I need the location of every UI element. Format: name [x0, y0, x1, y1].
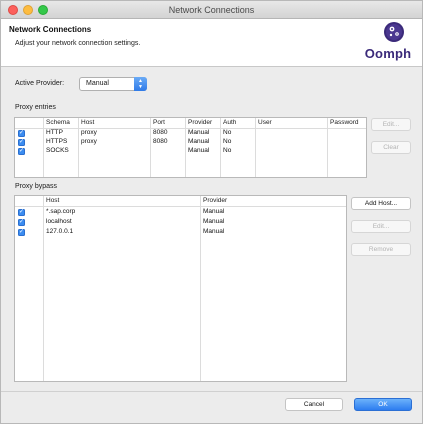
proxy-bypass-label: Proxy bypass	[15, 183, 58, 190]
table-cell: *.sap.corp	[46, 208, 76, 215]
dialog-header: Network Connections Adjust your network …	[1, 19, 422, 67]
column-header-provider[interactable]: Provider	[201, 196, 227, 206]
table-cell: Manual	[188, 147, 210, 154]
active-provider-value: Manual	[86, 80, 109, 87]
bypass-checkbox-localhost[interactable]: ✓	[18, 219, 25, 226]
bypass-checkbox-sap[interactable]: ✓	[18, 209, 25, 216]
table-cell: HTTPS	[46, 138, 68, 145]
active-provider-label: Active Provider:	[15, 80, 65, 87]
column-header-schema[interactable]: Schema	[44, 118, 70, 128]
proxy-entries-label: Proxy entries	[15, 104, 56, 111]
title-bar[interactable]: Network Connections	[1, 1, 422, 19]
select-arrows-icon: ▲ ▼	[134, 77, 147, 91]
table-cell: Manual	[188, 138, 210, 145]
column-header-port[interactable]: Port	[151, 118, 165, 128]
add-host-button[interactable]: Add Host...	[351, 197, 411, 210]
column-header-host[interactable]: Host	[79, 118, 94, 128]
column-header-auth[interactable]: Auth	[221, 118, 236, 128]
dialog-subtitle: Adjust your network connection settings.	[15, 40, 141, 47]
row-checkbox-https[interactable]: ✓	[18, 139, 25, 146]
table-cell: Manual	[203, 208, 225, 215]
table-cell: No	[223, 129, 232, 136]
column-header-password[interactable]: Password	[328, 118, 359, 128]
network-connections-window: Network Connections Network Connections …	[0, 0, 423, 424]
oomph-logo: Oomph	[357, 19, 419, 65]
bypass-remove-button[interactable]: Remove	[351, 243, 411, 256]
table-cell: Manual	[188, 129, 210, 136]
cancel-button[interactable]: Cancel	[285, 398, 343, 411]
proxy-clear-button[interactable]: Clear	[371, 141, 411, 154]
table-cell: HTTP	[46, 129, 63, 136]
column-header-host[interactable]: Host	[44, 196, 59, 206]
row-checkbox-socks[interactable]: ✓	[18, 148, 25, 155]
column-header-provider[interactable]: Provider	[186, 118, 212, 128]
proxy-entries-table[interactable]: Schema Host Port Provider Auth User Pass…	[14, 117, 367, 178]
dialog-title: Network Connections	[9, 25, 92, 34]
active-provider-select[interactable]: Manual ▲ ▼	[79, 77, 147, 91]
table-cell: Manual	[203, 228, 225, 235]
table-cell: localhost	[46, 218, 72, 225]
row-checkbox-http[interactable]: ✓	[18, 130, 25, 137]
proxy-bypass-table[interactable]: Host Provider ✓ *.sap.corp Manual ✓ loca…	[14, 195, 347, 382]
table-cell: No	[223, 147, 232, 154]
table-cell: proxy	[81, 138, 97, 145]
table-cell: 127.0.0.1	[46, 228, 74, 235]
table-cell: No	[223, 138, 232, 145]
table-cell: Manual	[203, 218, 225, 225]
bypass-edit-button[interactable]: Edit...	[351, 220, 411, 233]
logo-text: Oomph	[364, 46, 412, 61]
footer-divider	[1, 391, 422, 392]
column-header-user[interactable]: User	[256, 118, 272, 128]
table-cell: 8080	[153, 138, 168, 145]
table-cell: SOCKS	[46, 147, 69, 154]
table-cell: proxy	[81, 129, 97, 136]
bypass-checkbox-loopback[interactable]: ✓	[18, 229, 25, 236]
window-title: Network Connections	[168, 5, 255, 15]
table-cell: 8080	[153, 129, 168, 136]
ok-button[interactable]: OK	[354, 398, 412, 411]
proxy-edit-button[interactable]: Edit...	[371, 118, 411, 131]
